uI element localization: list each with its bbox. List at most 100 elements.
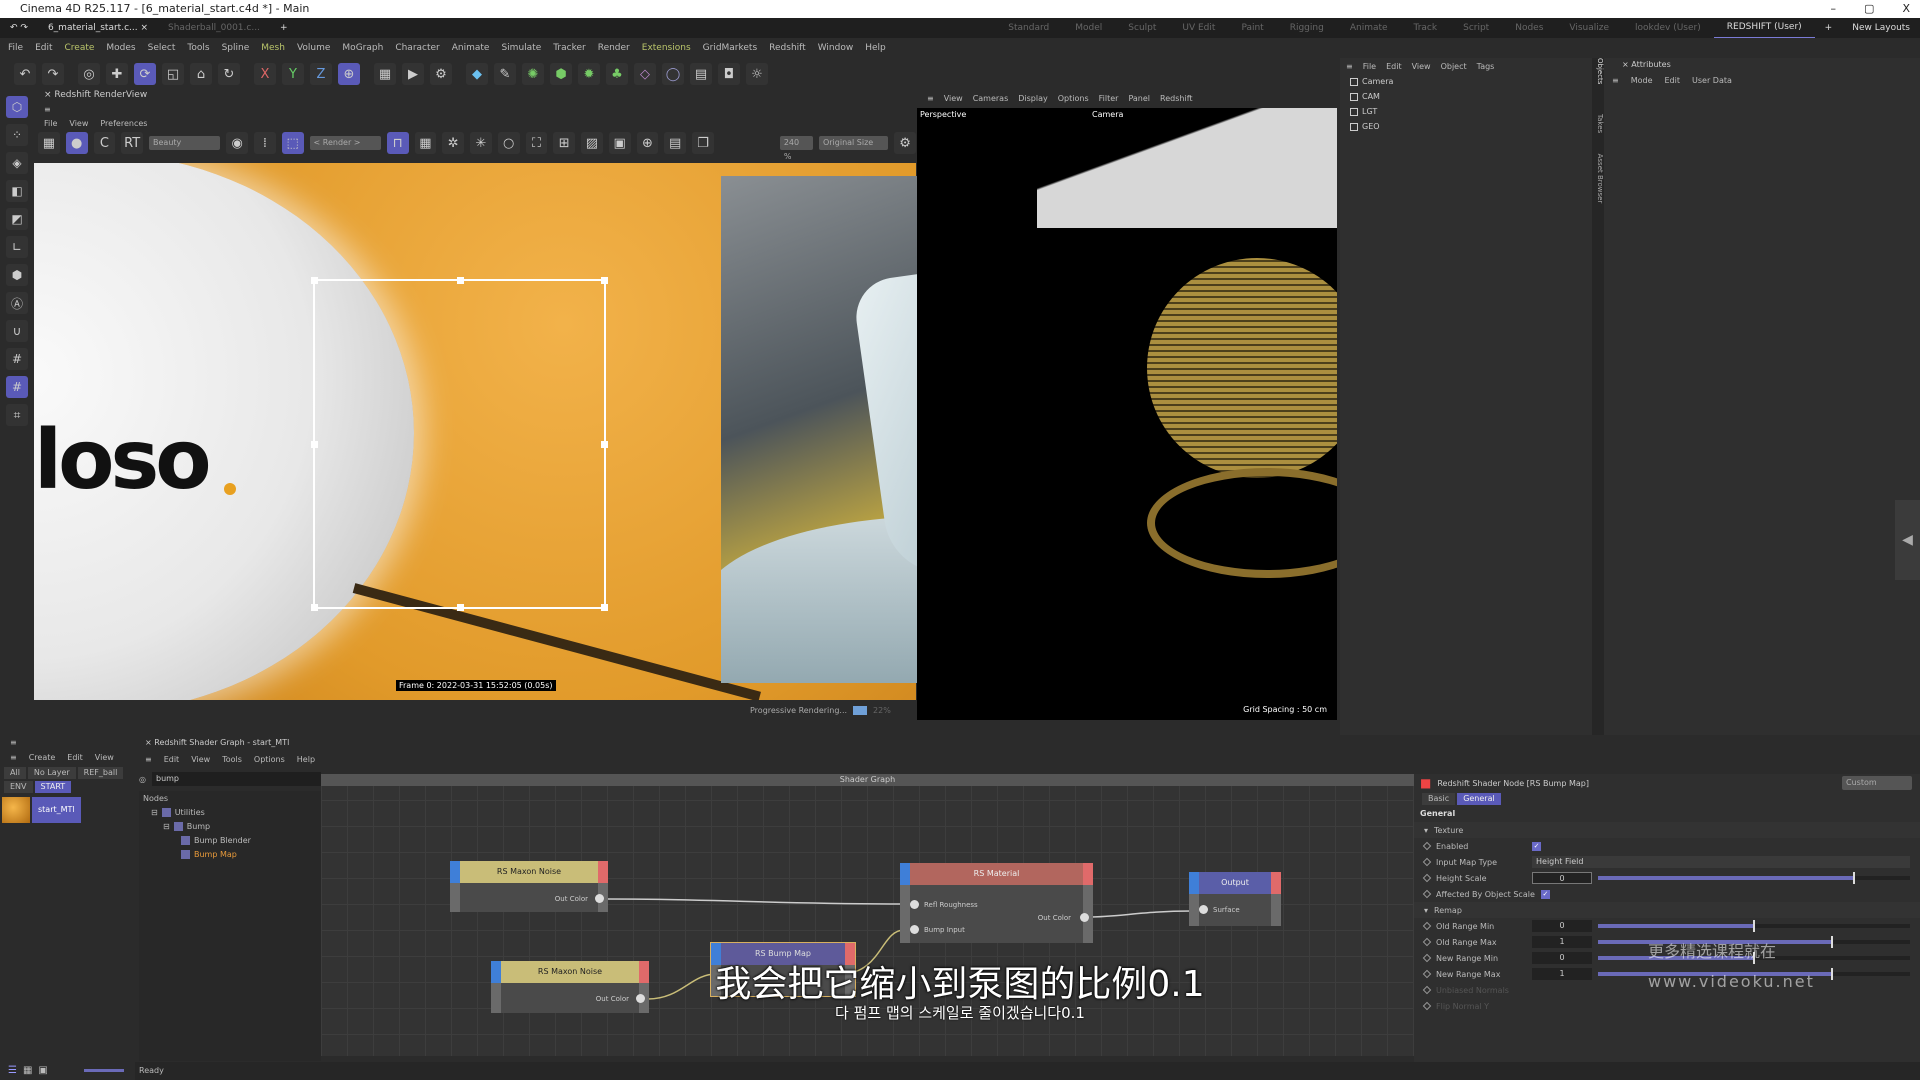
light-icon[interactable]: ☼: [746, 63, 768, 85]
menu-item[interactable]: Object: [1441, 62, 1467, 71]
render-region-selection[interactable]: [311, 277, 608, 611]
object-item[interactable]: GEO: [1340, 119, 1592, 134]
snowflake-icon[interactable]: ✲: [442, 132, 465, 154]
hamburger-icon[interactable]: ≡: [145, 755, 152, 764]
add-layout-button[interactable]: +: [1815, 18, 1843, 38]
grid-view-icon[interactable]: ▦: [23, 1065, 32, 1076]
menu-item[interactable]: MoGraph: [342, 43, 383, 53]
menu-item[interactable]: Animate: [452, 43, 490, 53]
menu-item[interactable]: Simulate: [501, 43, 541, 53]
menu-item[interactable]: Filter: [1099, 94, 1119, 103]
undo-button[interactable]: ↶: [14, 63, 36, 85]
layout-tab[interactable]: UV Edit: [1169, 18, 1228, 38]
keyframe-icon[interactable]: [1422, 921, 1432, 931]
menu-item[interactable]: Mode: [1631, 76, 1653, 85]
render-settings-icon[interactable]: ⚙: [430, 63, 452, 85]
menu-item[interactable]: User Data: [1692, 76, 1732, 85]
enabled-checkbox[interactable]: ✓: [1532, 841, 1541, 851]
handle[interactable]: [311, 277, 318, 284]
list-view-icon[interactable]: ☰: [8, 1065, 17, 1076]
keyframe-icon[interactable]: [1422, 873, 1432, 883]
menu-item[interactable]: Edit: [1665, 76, 1681, 85]
live-select-icon[interactable]: ◎: [78, 63, 100, 85]
y-axis-button[interactable]: Y: [282, 63, 304, 85]
hamburger-icon[interactable]: ≡: [1612, 76, 1619, 85]
port-out-color[interactable]: Out Color: [555, 894, 604, 903]
layout-tab[interactable]: REDSHIFT (User): [1713, 17, 1815, 39]
filter-start[interactable]: START: [34, 781, 72, 793]
handle[interactable]: [457, 604, 464, 611]
polygons-mode-icon[interactable]: ◧: [6, 180, 28, 202]
render-select[interactable]: < Render >: [309, 136, 381, 150]
menu-item[interactable]: GridMarkets: [703, 43, 758, 53]
hamburger-icon[interactable]: ≡: [927, 94, 934, 103]
menu-item[interactable]: Window: [818, 43, 854, 53]
floor-icon[interactable]: ▤: [690, 63, 712, 85]
menu-item[interactable]: Tracker: [553, 43, 585, 53]
size-select[interactable]: Original Size: [818, 136, 889, 150]
circle-icon[interactable]: ○: [497, 132, 520, 154]
affected-checkbox[interactable]: ✓: [1540, 889, 1550, 899]
menu-item[interactable]: Help: [865, 43, 886, 53]
viewport-3d[interactable]: Perspective Camera Grid Spacing : 50 cm: [917, 108, 1337, 720]
menu-item[interactable]: View: [69, 119, 88, 128]
group-texture[interactable]: ▾ Texture: [1414, 822, 1920, 838]
new-tab-button[interactable]: +: [270, 18, 298, 38]
snap-icon[interactable]: ⬢: [6, 264, 28, 286]
points-mode-icon[interactable]: ⁘: [6, 124, 28, 146]
port-dot[interactable]: [1199, 905, 1208, 914]
layout-tab[interactable]: Rigging: [1277, 18, 1337, 38]
filter-env[interactable]: ENV: [4, 781, 33, 793]
keyframe-icon[interactable]: [1422, 841, 1432, 851]
doc-tab-active[interactable]: 6_material_start.c... ×: [38, 18, 158, 38]
menu-item[interactable]: Redshift: [769, 43, 806, 53]
menu-item[interactable]: Display: [1018, 94, 1048, 103]
menu-item[interactable]: Cameras: [973, 94, 1009, 103]
menu-item[interactable]: View: [95, 753, 114, 762]
hamburger-icon[interactable]: ≡: [10, 753, 17, 762]
height-scale-slider[interactable]: [1598, 872, 1910, 884]
keyframe-icon[interactable]: [1422, 857, 1432, 867]
filter-ref-ball[interactable]: REF_ball: [77, 767, 124, 779]
input-map-type-select[interactable]: Height Field: [1532, 856, 1910, 868]
handle[interactable]: [601, 604, 608, 611]
layout-tab[interactable]: lookdev (User): [1622, 18, 1714, 38]
mograph-icon[interactable]: ♣: [606, 63, 628, 85]
group-remap[interactable]: ▾ Remap: [1414, 902, 1920, 918]
crop-icon[interactable]: ⊞: [553, 132, 576, 154]
thumbnail-size-slider[interactable]: [83, 1068, 124, 1072]
close-button[interactable]: X: [1902, 0, 1910, 18]
port-refl-roughness[interactable]: Refl Roughness: [910, 900, 978, 909]
move-icon[interactable]: ✚: [106, 63, 128, 85]
layout-tab[interactable]: Animate: [1337, 18, 1401, 38]
handle[interactable]: [311, 604, 318, 611]
menu-item[interactable]: Spline: [222, 43, 250, 53]
axis-icon[interactable]: ∟: [6, 236, 28, 258]
cube-icon[interactable]: ◆: [466, 63, 488, 85]
region-icon[interactable]: ⬚: [281, 132, 304, 154]
deformer-icon[interactable]: ⬢: [550, 63, 572, 85]
rotate-icon[interactable]: ⟳: [134, 63, 156, 85]
world-coord-icon[interactable]: ⊕: [338, 63, 360, 85]
filter-all[interactable]: All: [4, 767, 26, 779]
port-surface[interactable]: Surface: [1199, 905, 1240, 914]
undo-icon[interactable]: ↶ ↷: [0, 18, 38, 38]
port-out-color[interactable]: Out Color: [1038, 913, 1089, 922]
scale-icon[interactable]: ◱: [162, 63, 184, 85]
filter-no-layer[interactable]: No Layer: [27, 767, 76, 779]
tab-takes[interactable]: Takes: [1596, 114, 1604, 133]
menu-item[interactable]: Character: [395, 43, 439, 53]
settings-gear-icon[interactable]: ⚙: [894, 132, 916, 154]
handle[interactable]: [457, 277, 464, 284]
tab-general[interactable]: General: [1457, 793, 1501, 805]
menu-item[interactable]: File: [44, 119, 57, 128]
handle[interactable]: [311, 441, 318, 448]
copy-icon[interactable]: ❐: [692, 132, 714, 154]
menu-item[interactable]: View: [1412, 62, 1431, 71]
refresh-icon[interactable]: C: [93, 132, 116, 154]
menu-item[interactable]: Options: [254, 755, 285, 764]
render-icon[interactable]: ▶: [402, 63, 424, 85]
layout-tab[interactable]: Paint: [1228, 18, 1276, 38]
generator-icon[interactable]: ✺: [522, 63, 544, 85]
tree-item-utilities[interactable]: ⊟ Utilities: [139, 805, 321, 819]
